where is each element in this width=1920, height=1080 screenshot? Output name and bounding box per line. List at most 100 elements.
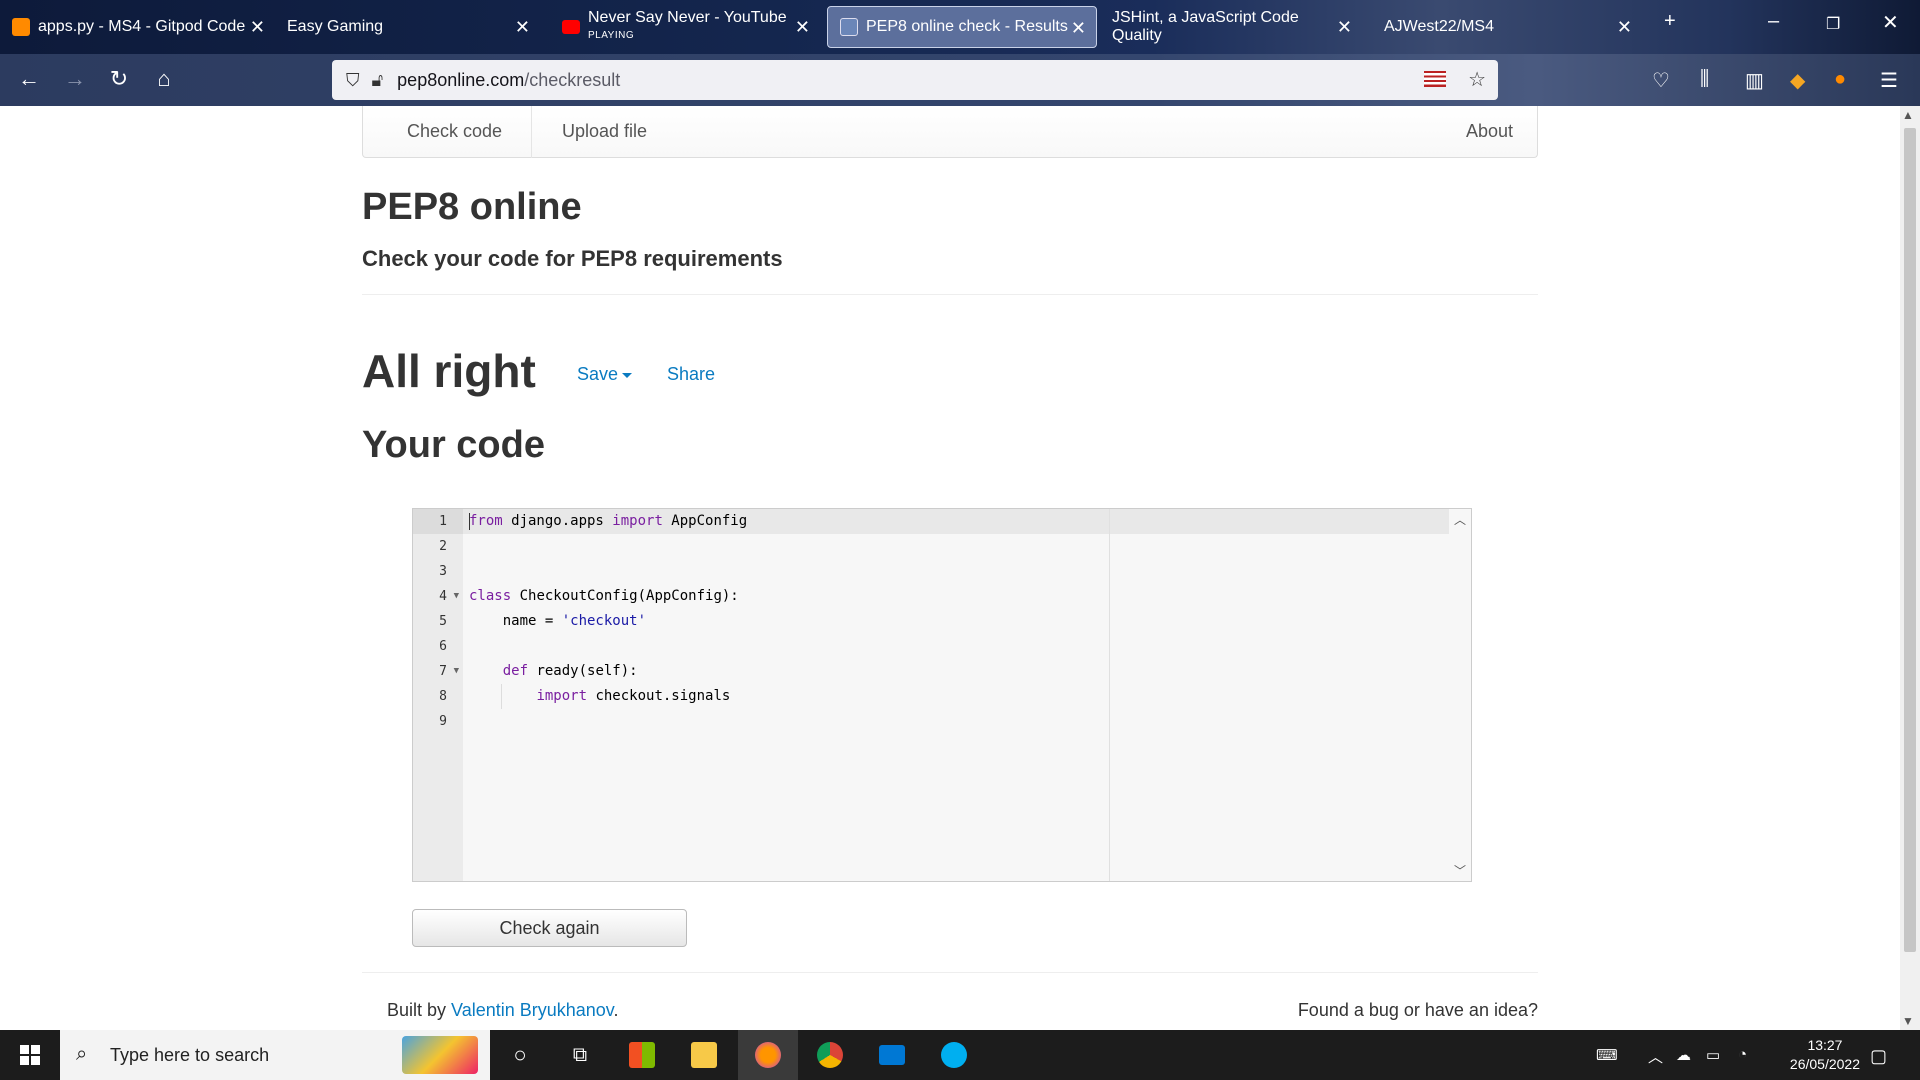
taskbar-search[interactable]: ⌕ Type here to search	[60, 1030, 490, 1080]
window-close-icon[interactable]: ✕	[1882, 10, 1899, 35]
tab-pep8[interactable]: PEP8 online check - Results ✕	[827, 6, 1097, 48]
microsoft-store-icon[interactable]	[612, 1030, 672, 1080]
browser-tab-bar: apps.py - MS4 - Gitpod Code ✕ Easy Gamin…	[0, 0, 1920, 54]
close-icon[interactable]: ✕	[250, 17, 265, 38]
result-status: All right	[362, 345, 536, 397]
check-again-button[interactable]: Check again	[412, 909, 687, 947]
pocket-icon[interactable]: ♡	[1652, 68, 1670, 93]
notifications-icon[interactable]: ▢	[1870, 1046, 1887, 1067]
footer-feedback: Found a bug or have an idea?	[1297, 1000, 1538, 1020]
nav-check-code[interactable]: Check code	[407, 121, 502, 142]
line-number: 2	[439, 539, 447, 554]
mail-icon[interactable]	[862, 1030, 922, 1080]
tab-easy-gaming[interactable]: Easy Gaming ✕	[275, 6, 540, 48]
flag-icon[interactable]	[1424, 71, 1446, 87]
line-number: 5	[439, 614, 447, 629]
scroll-down-icon[interactable]: ﹀	[1454, 862, 1466, 879]
nav-upload-file[interactable]: Upload file	[562, 121, 647, 142]
nav-separator	[531, 106, 532, 158]
code-line: name = 'checkout'	[469, 613, 647, 629]
divider	[362, 294, 1538, 295]
address-bar[interactable]: ⛉ 🔓︎ pep8online.com/checkresult ☆	[332, 60, 1498, 100]
footer-credits: Built by Valentin Bryukhanov.	[387, 1000, 619, 1020]
code-line: def ready(self):	[502, 663, 638, 679]
save-dropdown[interactable]: Save	[577, 364, 633, 385]
gitpod-extension-icon[interactable]: ●	[1834, 68, 1846, 91]
start-button[interactable]	[0, 1030, 60, 1080]
bookmark-star-icon[interactable]: ☆	[1468, 67, 1486, 92]
line-number: 9	[439, 714, 447, 729]
firefox-icon[interactable]	[738, 1030, 798, 1080]
minimize-icon[interactable]: –	[1768, 10, 1779, 33]
close-icon[interactable]: ✕	[1617, 17, 1632, 38]
page-content: Check code Upload file About PEP8 online…	[0, 106, 1900, 1030]
file-explorer-icon[interactable]	[674, 1030, 734, 1080]
scroll-up-icon[interactable]: ︿	[1454, 511, 1466, 528]
nav-about[interactable]: About	[1466, 121, 1513, 142]
tab-gitpod[interactable]: apps.py - MS4 - Gitpod Code ✕	[0, 6, 275, 48]
cortana-icon[interactable]: ○	[490, 1030, 550, 1080]
onedrive-icon[interactable]: ☁	[1676, 1046, 1691, 1064]
browser-nav-bar: ← → ↻ ⌂ ⛉ 🔓︎ pep8online.com/checkresult …	[0, 54, 1920, 106]
code-line: import checkout.signals	[536, 688, 731, 704]
indent-guide	[501, 684, 502, 709]
print-margin	[1109, 509, 1110, 881]
code-line: class CheckoutConfig(AppConfig):	[469, 588, 739, 604]
page-subtitle: Check your code for PEP8 requirements	[362, 246, 783, 271]
pep8-icon	[840, 18, 858, 36]
tab-github[interactable]: AJWest22/MS4 ✕	[1372, 6, 1642, 48]
extension-icon[interactable]: ◆	[1790, 68, 1805, 93]
windows-logo-icon	[20, 1045, 40, 1065]
share-link[interactable]: Share	[667, 364, 715, 385]
close-icon[interactable]: ✕	[1337, 17, 1352, 38]
page-title: PEP8 online	[362, 186, 582, 228]
keyboard-icon[interactable]: ⌨	[1596, 1046, 1618, 1064]
youtube-icon	[562, 20, 580, 34]
line-number: 3	[439, 564, 447, 579]
new-tab-icon[interactable]: +	[1664, 10, 1676, 33]
wifi-icon[interactable]: ◔	[1738, 1046, 1747, 1063]
gitpod-icon	[12, 18, 30, 36]
top-navigation: Check code Upload file About	[362, 106, 1538, 158]
lock-icon[interactable]: 🔓︎	[372, 70, 384, 91]
taskbar-clock[interactable]: 13:27 26/05/2022	[1790, 1036, 1860, 1074]
code-editor[interactable]: 1 2 3 4 ▼ 5 6 7 ▼ 8 9 from django.apps imp…	[412, 508, 1472, 882]
windows-taskbar: ⌕ Type here to search ○ ⧉ ⌨ ︿ ☁ ▭ ◔ 13:2…	[0, 1030, 1920, 1080]
editor-scrollbar[interactable]: ︿ ﹀	[1449, 509, 1471, 881]
reload-icon[interactable]: ↻	[104, 66, 134, 92]
author-link[interactable]: Valentin Bryukhanov	[451, 1000, 613, 1020]
line-number: 8	[439, 689, 447, 704]
scroll-down-icon[interactable]: ▼	[1902, 1014, 1914, 1028]
forward-icon[interactable]: →	[60, 66, 90, 92]
line-number: 1	[413, 509, 463, 534]
page-scrollbar[interactable]: ▲ ▼	[1900, 106, 1920, 1030]
show-hidden-icons-icon[interactable]: ︿	[1648, 1046, 1663, 1067]
line-number: 6	[439, 639, 447, 654]
line-number: 7 ▼	[413, 659, 463, 684]
caret-down-icon	[622, 372, 633, 378]
tab-jshint[interactable]: JSHint, a JavaScript Code Quality ✕	[1100, 6, 1362, 48]
fold-arrow-icon[interactable]: ▼	[454, 659, 459, 684]
close-icon[interactable]: ✕	[795, 17, 810, 38]
close-icon[interactable]: ✕	[1071, 18, 1086, 39]
back-icon[interactable]: ←	[14, 66, 44, 92]
sidebar-icon[interactable]: ▥	[1745, 68, 1764, 93]
skype-icon[interactable]	[924, 1030, 984, 1080]
search-icon: ⌕	[76, 1043, 88, 1065]
scrollbar-thumb[interactable]	[1904, 128, 1916, 952]
shield-icon[interactable]: ⛉	[346, 70, 360, 91]
line-number: 4 ▼	[413, 584, 463, 609]
chrome-icon[interactable]	[800, 1030, 860, 1080]
scroll-up-icon[interactable]: ▲	[1902, 108, 1914, 122]
library-icon[interactable]: ⫼	[1700, 68, 1709, 91]
home-icon[interactable]: ⌂	[149, 66, 179, 92]
your-code-heading: Your code	[362, 424, 545, 466]
divider	[362, 972, 1538, 973]
restore-icon[interactable]: ❐	[1826, 14, 1840, 34]
fold-arrow-icon[interactable]: ▼	[454, 584, 459, 609]
close-icon[interactable]: ✕	[515, 17, 530, 38]
menu-icon[interactable]: ☰	[1880, 68, 1898, 93]
battery-icon[interactable]: ▭	[1706, 1046, 1720, 1064]
tab-youtube[interactable]: Never Say Never - YouTube PLAYING ✕	[550, 6, 820, 48]
task-view-icon[interactable]: ⧉	[550, 1030, 610, 1080]
